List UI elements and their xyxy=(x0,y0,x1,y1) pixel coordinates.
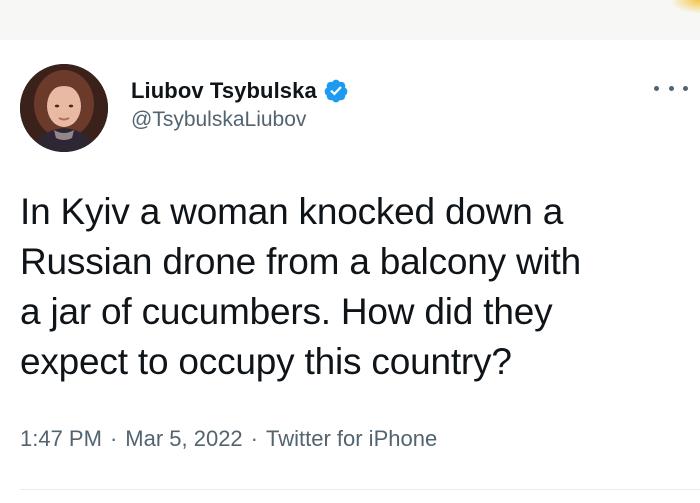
top-bar-accent xyxy=(670,0,700,14)
verified-badge-icon xyxy=(323,78,349,104)
tweet-date[interactable]: Mar 5, 2022 xyxy=(125,426,242,452)
top-bar xyxy=(0,0,700,40)
handle[interactable]: @TsybulskaLiubov xyxy=(131,108,349,132)
author-info: Liubov Tsybulska @TsybulskaLiubov xyxy=(131,76,349,132)
display-name[interactable]: Liubov Tsybulska xyxy=(131,78,317,104)
tweet-source[interactable]: Twitter for iPhone xyxy=(266,426,437,452)
tweet-text: In Kyiv a woman knocked down a Russian d… xyxy=(20,191,582,382)
avatar-photo-icon xyxy=(20,64,108,152)
meta-separator: · xyxy=(250,426,258,451)
tweet-card: Liubov Tsybulska @TsybulskaLiubov In Kyi… xyxy=(0,40,700,503)
divider xyxy=(20,489,700,490)
more-dot xyxy=(654,85,659,91)
meta-separator: · xyxy=(109,426,118,451)
more-dot xyxy=(668,85,674,91)
name-row: Liubov Tsybulska xyxy=(131,76,349,106)
more-horizontal-icon[interactable] xyxy=(654,78,688,98)
tweet-time[interactable]: 1:47 PM xyxy=(20,426,102,452)
avatar[interactable] xyxy=(20,64,108,152)
more-dot xyxy=(683,85,688,91)
tweet-meta: 1:47 PM · Mar 5, 2022 · Twitter for iPho… xyxy=(20,426,437,452)
